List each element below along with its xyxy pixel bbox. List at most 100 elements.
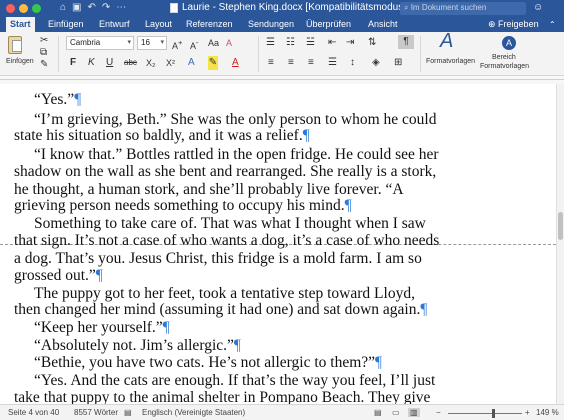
bold-button[interactable]: F <box>70 56 76 70</box>
zoom-slider-knob[interactable] <box>492 409 495 418</box>
text-line: then changed her mind (assuming it had o… <box>14 301 428 318</box>
text-line: “Yes. And the cats are enough. If that’s… <box>34 372 436 389</box>
text-line: “Yes.”¶ <box>34 91 82 108</box>
search-icon: ⌕ <box>404 3 411 12</box>
paste-label: Einfügen <box>6 58 34 65</box>
numbering-icon[interactable]: ☷ <box>286 36 295 50</box>
font-name-value: Cambria <box>70 38 101 47</box>
more-icon[interactable]: ⋯ <box>116 2 126 13</box>
zoom-window-button[interactable] <box>32 4 41 13</box>
shading-icon[interactable]: ◈ <box>372 56 380 70</box>
undo-icon[interactable]: ↶ <box>88 2 96 13</box>
collapse-ribbon-icon[interactable]: ⌃ <box>549 17 556 32</box>
ruler-line <box>0 79 564 80</box>
text-line: state his situation so baldly, and it wa… <box>14 127 310 144</box>
tab-layout[interactable]: Layout <box>141 17 176 32</box>
sort-icon[interactable]: ⇅ <box>368 36 376 50</box>
tab-entwurf[interactable]: Entwurf <box>95 17 134 32</box>
tab-start[interactable]: Start <box>6 17 35 32</box>
text-effects-icon[interactable]: A <box>188 56 195 70</box>
close-window-button[interactable] <box>6 4 15 13</box>
text-line: grossed out.”¶ <box>14 267 103 284</box>
tab-sendungen[interactable]: Sendungen <box>244 17 298 32</box>
zoom-slider[interactable] <box>448 413 522 414</box>
zoom-level[interactable]: 149 % <box>536 408 559 417</box>
tab-ansicht[interactable]: Ansicht <box>364 17 402 32</box>
borders-icon[interactable]: ⊞ <box>394 56 402 70</box>
scrollbar-thumb[interactable] <box>558 212 563 240</box>
subscript-button[interactable]: X₂ <box>146 56 156 70</box>
grow-font-icon[interactable]: A+ <box>172 36 182 53</box>
font-name-select[interactable]: Cambria ▾ <box>66 36 134 50</box>
home-icon[interactable]: ⌂ <box>60 2 66 13</box>
proofing-icon[interactable]: ▤ <box>124 408 132 417</box>
styles-pane-label-2[interactable]: Formatvorlagen <box>480 63 529 70</box>
document-icon <box>170 3 178 13</box>
share-label: Freigeben <box>498 19 539 29</box>
add-person-icon: ⊕ <box>488 19 499 29</box>
align-right-icon[interactable]: ≡ <box>308 56 314 70</box>
search-input[interactable]: ⌕ Im Dokument suchen <box>400 2 526 15</box>
font-size-value: 16 <box>141 38 150 47</box>
zoom-out-icon[interactable]: − <box>436 408 441 417</box>
user-icon[interactable]: ☺ <box>533 2 543 13</box>
superscript-button[interactable]: X² <box>166 56 175 70</box>
styles-icon[interactable]: A <box>440 31 453 51</box>
font-size-select[interactable]: 16 ▾ <box>137 36 167 50</box>
strikethrough-button[interactable]: abc <box>124 56 137 70</box>
decrease-indent-icon[interactable]: ⇤ <box>328 36 336 50</box>
ruler <box>0 76 564 84</box>
styles-pane-icon[interactable]: A <box>502 36 516 50</box>
print-layout-icon[interactable]: ▤ <box>374 408 382 417</box>
tab-ueberpruefen[interactable]: Überprüfen <box>302 17 355 32</box>
page-info[interactable]: Seite 4 von 40 <box>8 408 59 417</box>
justify-icon[interactable]: ☰ <box>328 56 337 70</box>
vertical-scrollbar[interactable] <box>556 84 564 404</box>
align-left-icon[interactable]: ≡ <box>268 56 274 70</box>
web-layout-icon[interactable]: ▭ <box>392 408 400 417</box>
paste-icon[interactable] <box>8 36 22 54</box>
text-line: “I know that.” Bottles rattled in the op… <box>34 146 439 163</box>
status-bar: Seite 4 von 40 8557 Wörter ▤ Englisch (V… <box>0 404 564 420</box>
bullets-icon[interactable]: ☰ <box>266 36 275 50</box>
minimize-window-button[interactable] <box>19 4 28 13</box>
change-case-icon[interactable]: Aa <box>208 36 219 50</box>
font-color-icon[interactable]: A <box>232 56 239 70</box>
text-line: grieving person needs something to occup… <box>14 197 352 214</box>
underline-button[interactable]: U <box>106 56 113 70</box>
align-center-icon[interactable]: ≡ <box>288 56 294 70</box>
redo-icon[interactable]: ↷ <box>102 2 110 13</box>
text-line: “Absolutely not. Jim’s allergic.”¶ <box>34 337 241 354</box>
styles-label[interactable]: Formatvorlagen <box>426 58 475 65</box>
search-placeholder: Im Dokument suchen <box>410 3 487 12</box>
text-line: a dog. That’s you. Jesus Christ, this fr… <box>14 250 422 267</box>
shrink-font-icon[interactable]: A- <box>190 36 199 53</box>
line-spacing-icon[interactable]: ↕ <box>350 56 355 70</box>
quick-access-toolbar: ⌂ ▣ ↶ ↷ ⋯ <box>60 2 126 13</box>
save-icon[interactable]: ▣ <box>72 2 81 13</box>
increase-indent-icon[interactable]: ⇥ <box>346 36 354 50</box>
clear-format-icon[interactable]: A <box>226 36 232 50</box>
show-formatting-button[interactable]: ¶ <box>398 35 414 49</box>
multilevel-list-icon[interactable]: ☱ <box>306 36 315 50</box>
word-count[interactable]: 8557 Wörter <box>74 408 118 417</box>
window-title: Laurie - Stephen King.docx [Kompatibilit… <box>182 2 407 13</box>
tab-referenzen[interactable]: Referenzen <box>182 17 237 32</box>
share-button[interactable]: ⊕ Freigeben <box>488 17 539 32</box>
italic-button[interactable]: K <box>88 56 95 70</box>
tab-einfuegen[interactable]: Einfügen <box>44 17 88 32</box>
chevron-down-icon: ▾ <box>127 39 131 46</box>
ribbon-separator <box>58 36 59 72</box>
text-line: that sign. It’s not a case of who wants … <box>14 232 440 249</box>
language[interactable]: Englisch (Vereinigte Staaten) <box>142 408 245 417</box>
format-painter-icon[interactable]: ✎ <box>40 58 48 72</box>
read-mode-icon[interactable]: ▥ <box>408 408 420 417</box>
highlight-icon[interactable]: ✎ <box>208 56 218 70</box>
document-page[interactable]: “Yes.”¶ “I’m grieving, Beth.” She was th… <box>0 84 556 404</box>
text-line: take that puppy to the animal shelter in… <box>14 389 431 404</box>
title-bar: ⌂ ▣ ↶ ↷ ⋯ Laurie - Stephen King.docx [Ko… <box>0 0 564 17</box>
ribbon-separator <box>420 36 421 72</box>
text-line: “Keep her yourself.”¶ <box>34 319 170 336</box>
styles-pane-label-1[interactable]: Bereich <box>492 54 516 61</box>
zoom-in-icon[interactable]: + <box>525 408 530 417</box>
